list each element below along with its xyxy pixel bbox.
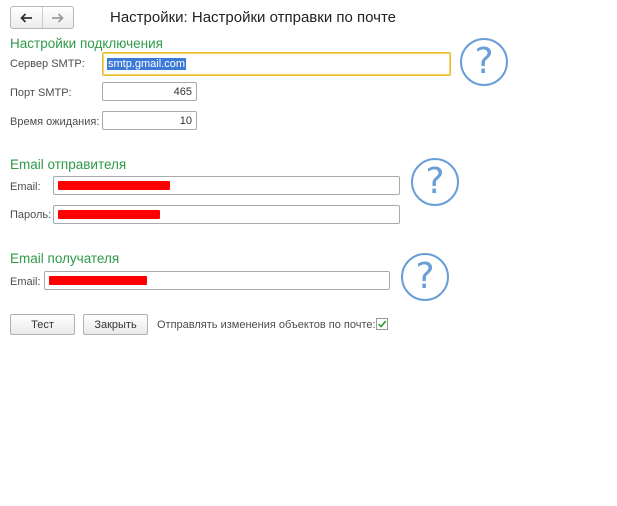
send-changes-label: Отправлять изменения объектов по почте: xyxy=(157,319,376,331)
sender-password-input[interactable] xyxy=(53,205,400,224)
smtp-server-label: Сервер SMTP: xyxy=(10,58,85,70)
arrow-left-icon xyxy=(20,12,32,23)
recipient-email-input[interactable] xyxy=(44,271,390,290)
arrow-right-icon xyxy=(52,12,64,23)
redaction-mark xyxy=(49,276,147,285)
timeout-label: Время ожидания: xyxy=(10,116,100,128)
page-title: Настройки: Настройки отправки по почте xyxy=(110,9,396,26)
forward-button[interactable] xyxy=(41,7,74,28)
smtp-server-input[interactable]: smtp.gmail.com xyxy=(102,52,451,76)
redaction-mark xyxy=(58,210,160,219)
sender-password-label: Пароль: xyxy=(10,209,52,221)
recipient-section-title: Email получателя xyxy=(10,251,120,266)
back-button[interactable] xyxy=(11,7,42,28)
timeout-value: 10 xyxy=(179,114,192,127)
smtp-server-value: smtp.gmail.com xyxy=(107,58,187,70)
test-button[interactable]: Тест xyxy=(10,314,75,335)
close-button[interactable]: Закрыть xyxy=(83,314,148,335)
recipient-help-button[interactable]: ? xyxy=(401,253,449,301)
question-circle-icon: ? xyxy=(474,41,494,82)
sender-help-button[interactable]: ? xyxy=(411,158,459,206)
question-circle-icon: ? xyxy=(425,161,445,202)
smtp-port-input[interactable]: 465 xyxy=(102,82,197,101)
connection-section-title: Настройки подключения xyxy=(10,36,163,51)
send-changes-checkbox[interactable] xyxy=(376,318,388,330)
recipient-email-label: Email: xyxy=(10,276,41,288)
question-circle-icon: ? xyxy=(415,256,435,297)
checkmark-icon xyxy=(378,320,387,328)
sender-email-label: Email: xyxy=(10,181,41,193)
timeout-input[interactable]: 10 xyxy=(102,111,197,130)
connection-help-button[interactable]: ? xyxy=(460,38,508,86)
redaction-mark xyxy=(58,181,170,190)
navigation-buttons xyxy=(10,6,74,29)
smtp-port-label: Порт SMTP: xyxy=(10,87,72,99)
smtp-port-value: 465 xyxy=(173,85,192,98)
sender-section-title: Email отправителя xyxy=(10,157,127,172)
sender-email-input[interactable] xyxy=(53,176,400,195)
